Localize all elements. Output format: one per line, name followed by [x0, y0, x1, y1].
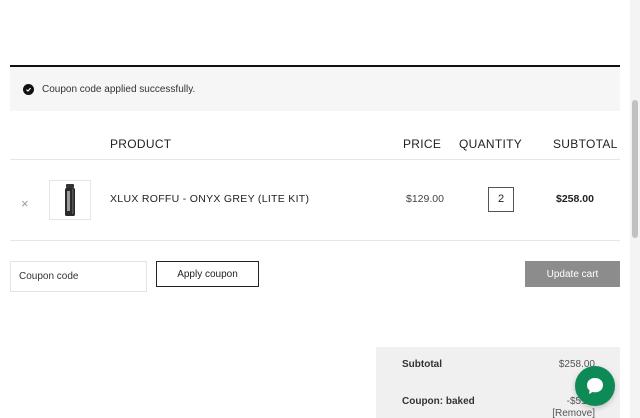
notice-message: Coupon code applied successfully. — [42, 83, 196, 95]
chat-icon — [587, 378, 603, 394]
cart-item-row: × XLUX ROFFU - ONYX GREY (LITE KIT) $129… — [10, 160, 620, 241]
product-price: $129.00 — [406, 193, 444, 205]
cart-table-header: PRODUCT PRICE QUANTITY SUBTOTAL — [10, 128, 620, 160]
check-circle-icon — [23, 83, 34, 95]
update-cart-button[interactable]: Update cart — [525, 261, 620, 287]
header-price: PRICE — [403, 137, 442, 151]
totals-coupon-label: Coupon: baked — [402, 396, 475, 407]
quantity-input[interactable]: 2 — [488, 187, 514, 212]
header-product: PRODUCT — [110, 137, 172, 151]
header-quantity: QUANTITY — [459, 137, 523, 151]
product-name-link[interactable]: XLUX ROFFU - ONYX GREY (LITE KIT) — [110, 193, 309, 205]
chat-bubble-button[interactable] — [575, 366, 615, 406]
success-notice: Coupon code applied successfully. — [10, 65, 620, 111]
cart-page: Coupon code applied successfully. PRODUC… — [0, 0, 640, 418]
product-thumbnail[interactable] — [49, 180, 91, 220]
product-subtotal: $258.00 — [556, 193, 594, 205]
remove-item-icon[interactable]: × — [21, 197, 29, 210]
apply-coupon-button[interactable]: Apply coupon — [156, 261, 259, 287]
header-subtotal: SUBTOTAL — [553, 137, 618, 151]
scrollbar-thumb[interactable] — [632, 100, 638, 238]
remove-coupon-link[interactable]: [Remove] — [552, 408, 595, 418]
totals-subtotal-label: Subtotal — [402, 359, 442, 370]
coupon-code-input[interactable] — [10, 261, 147, 292]
